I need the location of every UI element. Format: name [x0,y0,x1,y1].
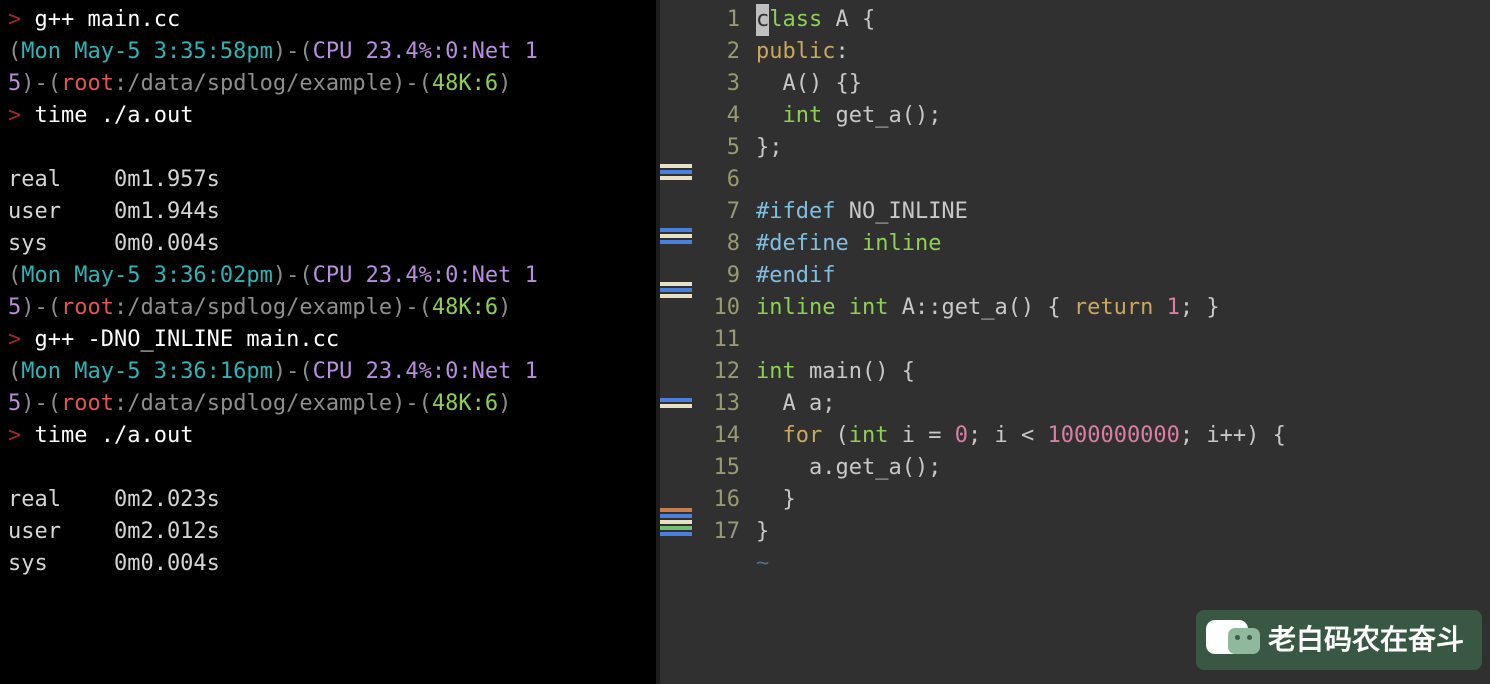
terminal-pane[interactable]: > g++ main.cc(Mon May-5 3:35:58pm)-(CPU … [0,0,656,684]
line-number-gutter: 1234567891011121314151617 [692,0,748,684]
code-line[interactable]: #ifdef NO_INLINE [756,196,1490,228]
change-mark [660,176,692,180]
line-number: 4 [692,100,740,132]
code-line[interactable] [756,164,1490,196]
code-line[interactable]: int get_a(); [756,100,1490,132]
line-number: 17 [692,516,740,548]
terminal-line: real 0m2.023s [8,484,648,516]
code-line[interactable]: a.get_a(); [756,452,1490,484]
terminal-line: (Mon May-5 3:36:16pm)-(CPU 23.4%:0:Net 1 [8,356,648,388]
terminal-line: 5)-(root:/data/spdlog/example)-(48K:6) [8,292,648,324]
change-mark [660,288,692,292]
terminal-line: > g++ -DNO_INLINE main.cc [8,324,648,356]
watermark-text: 老白码农在奋斗 [1268,624,1464,656]
change-mark [660,508,692,512]
line-number: 15 [692,452,740,484]
code-line[interactable]: int main() { [756,356,1490,388]
split-bar[interactable] [656,0,692,684]
change-mark [660,526,692,530]
code-line: ~ [756,548,1490,580]
change-mark [660,164,692,168]
code-line[interactable]: public: [756,36,1490,68]
change-mark [660,282,692,286]
terminal-line: (Mon May-5 3:36:02pm)-(CPU 23.4%:0:Net 1 [8,260,648,292]
code-line[interactable]: A() {} [756,68,1490,100]
code-line[interactable]: #define inline [756,228,1490,260]
terminal-line: user 0m1.944s [8,196,648,228]
change-mark [660,514,692,518]
change-mark [660,404,692,408]
code-line[interactable]: } [756,484,1490,516]
terminal-line: (Mon May-5 3:35:58pm)-(CPU 23.4%:0:Net 1 [8,36,648,68]
line-number: 5 [692,132,740,164]
line-number: 13 [692,388,740,420]
line-number: 11 [692,324,740,356]
text-cursor: c [756,4,769,36]
code-line[interactable]: }; [756,132,1490,164]
wechat-icon [1206,618,1258,662]
app-window: > g++ main.cc(Mon May-5 3:35:58pm)-(CPU … [0,0,1490,684]
code-line[interactable]: A a; [756,388,1490,420]
terminal-line: > time ./a.out [8,100,648,132]
terminal-line: > g++ main.cc [8,4,648,36]
terminal-line: sys 0m0.004s [8,548,648,580]
code-area[interactable]: class A {public: A() {} int get_a();}; #i… [748,0,1490,684]
terminal-line: real 0m1.957s [8,164,648,196]
code-line[interactable] [756,324,1490,356]
change-mark [660,234,692,238]
terminal-line: 5)-(root:/data/spdlog/example)-(48K:6) [8,388,648,420]
terminal-line: sys 0m0.004s [8,228,648,260]
line-number: 2 [692,36,740,68]
watermark-badge: 老白码农在奋斗 [1196,610,1482,670]
line-number: 10 [692,292,740,324]
change-mark [660,228,692,232]
line-number: 8 [692,228,740,260]
line-number: 14 [692,420,740,452]
code-line[interactable]: class A { [756,4,1490,36]
empty-line-tilde: ~ [756,551,769,576]
code-line[interactable]: inline int A::get_a() { return 1; } [756,292,1490,324]
line-number: 6 [692,164,740,196]
code-line[interactable]: #endif [756,260,1490,292]
line-number: 1 [692,4,740,36]
change-mark [660,240,692,244]
change-mark [660,520,692,524]
line-number: 3 [692,68,740,100]
change-mark [660,532,692,536]
line-number: 12 [692,356,740,388]
terminal-line: user 0m2.012s [8,516,648,548]
change-mark [660,294,692,298]
terminal-line: 5)-(root:/data/spdlog/example)-(48K:6) [8,68,648,100]
line-number: 16 [692,484,740,516]
mark-column [660,0,692,684]
line-number: 7 [692,196,740,228]
line-number: 9 [692,260,740,292]
code-line[interactable]: } [756,516,1490,548]
terminal-line [8,132,648,164]
code-line[interactable]: for (int i = 0; i < 1000000000; i++) { [756,420,1490,452]
change-mark [660,170,692,174]
terminal-line: > time ./a.out [8,420,648,452]
editor-pane[interactable]: 1234567891011121314151617 class A {publi… [692,0,1490,684]
change-mark [660,398,692,402]
terminal-line [8,452,648,484]
